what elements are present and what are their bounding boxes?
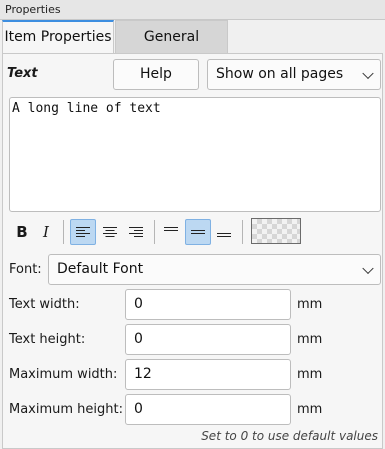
- text-content-area[interactable]: A long line of text: [9, 97, 381, 212]
- tab-general-options[interactable]: General Options: [115, 20, 228, 78]
- bold-button[interactable]: B: [9, 219, 35, 245]
- text-width-unit: mm: [297, 297, 323, 312]
- italic-icon: I: [43, 223, 49, 241]
- align-left-button[interactable]: [70, 219, 96, 245]
- item-properties-panel: Text Help Show on all pages A long line …: [2, 53, 383, 449]
- maximum-height-unit: mm: [297, 402, 323, 417]
- text-width-input[interactable]: 0: [125, 289, 291, 320]
- chevron-down-icon: [362, 67, 374, 79]
- maximum-width-label: Maximum width:: [9, 367, 118, 382]
- align-center-icon: [103, 227, 117, 237]
- toolbar-separator: [242, 220, 243, 244]
- text-height-unit: mm: [297, 332, 323, 347]
- tab-item-properties[interactable]: Item Properties: [2, 20, 114, 53]
- window-title: Properties: [0, 0, 385, 20]
- text-height-label: Text height:: [9, 332, 86, 347]
- help-button[interactable]: Help: [113, 59, 199, 90]
- align-right-icon: [129, 227, 143, 237]
- align-left-icon: [76, 227, 90, 237]
- tab-bar: Item Properties General Options: [0, 20, 385, 78]
- italic-button[interactable]: I: [33, 219, 59, 245]
- align-center-button[interactable]: [97, 219, 123, 245]
- text-height-input[interactable]: 0: [125, 324, 291, 355]
- toolbar-separator: [154, 220, 155, 244]
- maximum-height-input[interactable]: 0: [125, 394, 291, 425]
- default-values-hint: Set to 0 to use default values: [201, 429, 378, 443]
- pages-select[interactable]: Show on all pages: [207, 59, 381, 90]
- valign-center-button[interactable]: [185, 219, 211, 245]
- valign-center-icon: [191, 230, 205, 234]
- text-width-label: Text width:: [9, 297, 80, 312]
- align-right-button[interactable]: [123, 219, 149, 245]
- text-color-swatch[interactable]: [251, 218, 301, 244]
- valign-top-button[interactable]: [158, 219, 184, 245]
- chevron-down-icon: [362, 262, 374, 274]
- font-select[interactable]: Default Font: [48, 254, 381, 285]
- valign-bottom-icon: [217, 233, 231, 237]
- text-heading: Text: [7, 66, 38, 81]
- bold-icon: B: [16, 223, 28, 241]
- maximum-width-unit: mm: [297, 367, 323, 382]
- font-label: Font:: [9, 262, 42, 277]
- font-select-value: Default Font: [57, 261, 144, 277]
- valign-top-icon: [164, 227, 178, 231]
- maximum-width-input[interactable]: 12: [125, 359, 291, 390]
- valign-bottom-button[interactable]: [211, 219, 237, 245]
- toolbar-separator: [63, 220, 64, 244]
- maximum-height-label: Maximum height:: [9, 402, 124, 417]
- pages-select-value: Show on all pages: [216, 66, 344, 82]
